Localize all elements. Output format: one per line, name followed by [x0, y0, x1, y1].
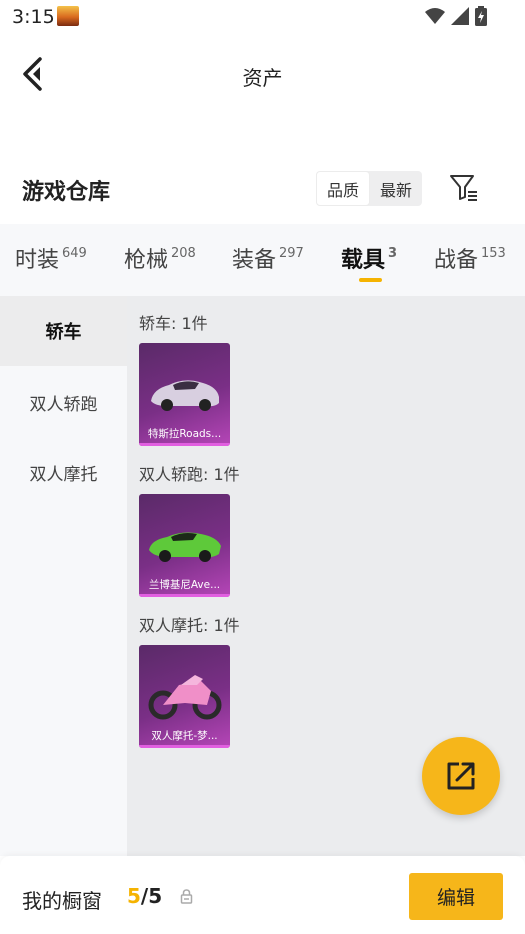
- car-silhouette-icon: [151, 380, 219, 411]
- tab-label: 装备: [232, 248, 277, 273]
- vehicle-name: 特斯拉Roads...: [147, 428, 222, 440]
- card-rarity-bar: [139, 745, 230, 748]
- status-time: 3:15: [12, 6, 55, 28]
- warehouse-section-header: 游戏仓库 品质 最新: [0, 168, 525, 212]
- tab-count: 208: [171, 246, 196, 261]
- subcategory-sidebar: 轿车 双人轿跑 双人摩托: [0, 296, 127, 856]
- vehicle-name: 兰博基尼Ave...: [148, 579, 221, 591]
- tab-equipment[interactable]: 装备 297: [232, 242, 304, 274]
- showcase-current: 5: [127, 884, 141, 908]
- showcase-label: 我的橱窗: [22, 889, 102, 913]
- app-header: 资产: [0, 44, 525, 108]
- vehicle-card-tesla[interactable]: 特斯拉Roads...: [139, 343, 230, 446]
- tab-label: 战备: [434, 248, 479, 273]
- lock-icon: [180, 889, 193, 904]
- share-external-icon: [447, 762, 475, 790]
- sidebar-item-two-seat-coupe[interactable]: 双人轿跑: [0, 367, 127, 437]
- car-silhouette-icon: [149, 532, 221, 562]
- group-label-two-seat-coupe: 双人轿跑: 1件: [139, 465, 240, 484]
- tab-count: 649: [62, 246, 87, 261]
- sort-by-quality[interactable]: 品质: [316, 171, 370, 206]
- showcase-max: 5: [148, 884, 163, 908]
- showcase-bar: 我的橱窗 5/5 编辑: [0, 856, 525, 934]
- card-rarity-bar: [139, 443, 230, 446]
- tab-label: 载具: [341, 248, 386, 273]
- sidebar-item-two-seat-motorcycle[interactable]: 双人摩托: [0, 437, 127, 507]
- tab-fashion[interactable]: 时装 649: [15, 242, 87, 274]
- showcase-count: 5/5: [127, 884, 162, 908]
- tab-combat-prep[interactable]: 战备 153: [434, 242, 506, 274]
- category-tabs: 时装 649 枪械 208 装备 297 载具 3 战备 153: [0, 224, 525, 296]
- wifi-icon: [425, 8, 445, 24]
- edit-button[interactable]: 编辑: [409, 873, 503, 920]
- tab-label: 时装: [15, 248, 60, 273]
- tab-label: 枪械: [124, 248, 169, 273]
- card-rarity-bar: [139, 594, 230, 597]
- vehicle-card-lamborghini[interactable]: 兰博基尼Ave...: [139, 494, 230, 597]
- filter-button[interactable]: [446, 170, 482, 206]
- share-fab-button[interactable]: [422, 737, 500, 815]
- sort-toggle: 品质 最新: [316, 171, 422, 206]
- tab-count: 3: [388, 246, 398, 261]
- vehicle-name: 双人摩托-梦...: [151, 730, 218, 742]
- status-bar: 3:15: [0, 0, 525, 34]
- section-title: 游戏仓库: [22, 180, 111, 205]
- vehicle-card-motorcycle[interactable]: 双人摩托-梦...: [139, 645, 230, 748]
- active-tab-indicator: [359, 278, 382, 282]
- sidebar-item-sedan[interactable]: 轿车: [0, 296, 127, 366]
- tab-guns[interactable]: 枪械 208: [124, 242, 196, 274]
- group-label-sedan: 轿车: 1件: [139, 314, 208, 333]
- motorcycle-silhouette-icon: [148, 675, 222, 720]
- tab-count: 153: [481, 246, 506, 261]
- filter-icon: [450, 175, 477, 201]
- notification-app-icon: [57, 6, 79, 26]
- signal-icon: [451, 7, 469, 25]
- sort-by-newest[interactable]: 最新: [370, 171, 422, 206]
- tab-vehicles[interactable]: 载具 3: [341, 242, 397, 274]
- page-title: 资产: [242, 66, 283, 90]
- battery-icon: [475, 6, 487, 26]
- group-label-two-seat-motorcycle: 双人摩托: 1件: [139, 616, 240, 635]
- tab-count: 297: [279, 246, 304, 261]
- status-icons: [425, 6, 487, 26]
